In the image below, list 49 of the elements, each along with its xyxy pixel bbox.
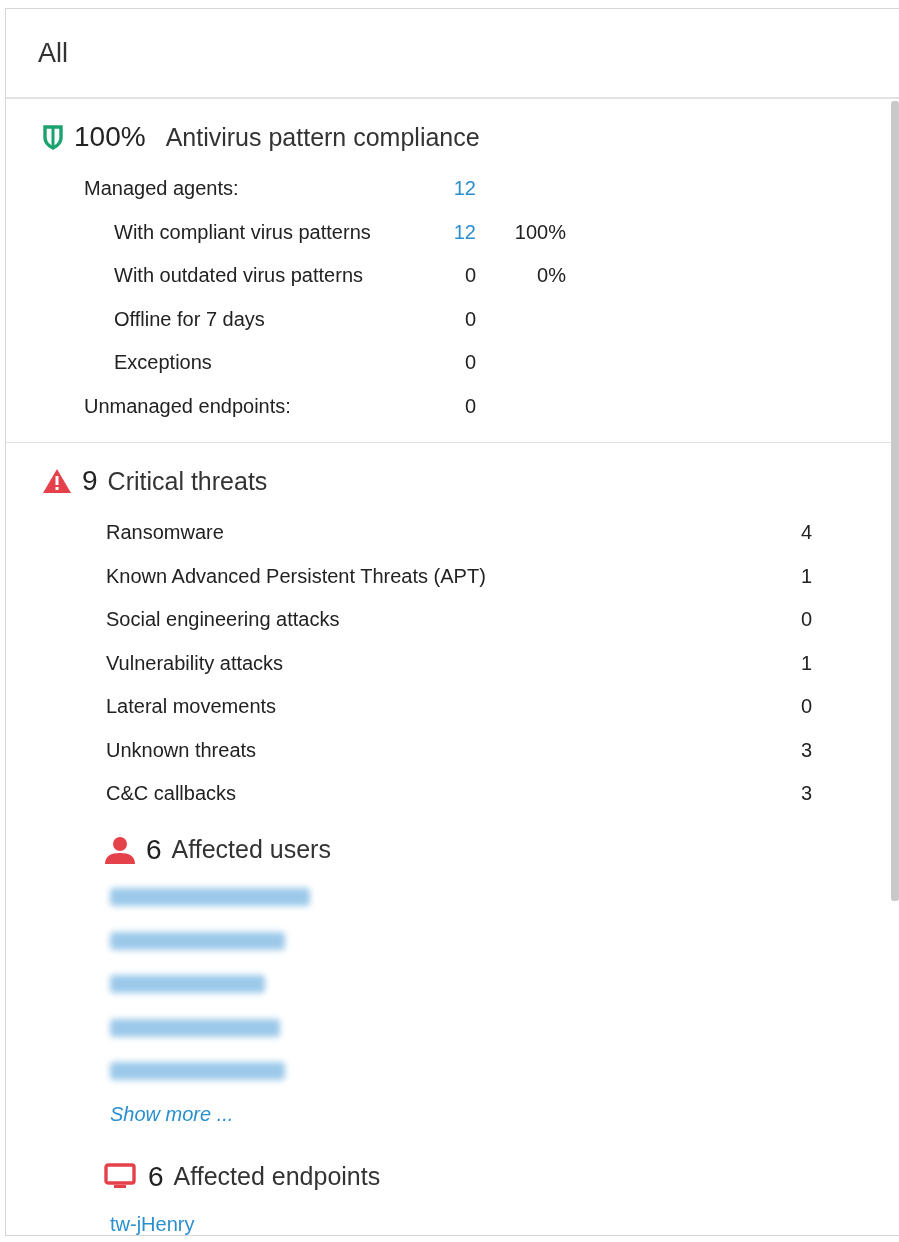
- scrollbar[interactable]: [891, 101, 899, 901]
- count-value: 0: [463, 394, 476, 418]
- threat-label: C&C callbacks: [106, 782, 237, 806]
- row-label: Managed agents:: [84, 177, 240, 201]
- threat-label: Unknown threats: [106, 738, 257, 762]
- section-title: Critical threats: [107, 466, 268, 496]
- count-value[interactable]: 12: [440, 220, 476, 244]
- count-value: 0: [463, 307, 476, 331]
- blurred-user-link[interactable]: [110, 1018, 280, 1037]
- threat-count-value: 1: [800, 564, 812, 588]
- blurred-user-link[interactable]: [110, 888, 310, 907]
- shield-icon: [42, 124, 64, 150]
- monitor-icon: [104, 1162, 138, 1191]
- section-title: Antivirus pattern compliance: [165, 122, 480, 152]
- row-label: Unmanaged endpoints:: [84, 394, 292, 418]
- show-more-link[interactable]: Show more ...: [110, 1103, 234, 1127]
- threat-label: Lateral movements: [106, 695, 277, 719]
- blurred-user-link[interactable]: [110, 1062, 285, 1081]
- row-label: Exceptions: [114, 351, 213, 375]
- row-label: With compliant virus patterns: [114, 220, 372, 244]
- user-icon: [104, 835, 136, 864]
- threat-label: Ransomware: [106, 521, 224, 545]
- percent-value: 0%: [536, 264, 566, 288]
- threat-count-value: 4: [800, 521, 812, 545]
- row-label: Offline for 7 days: [114, 307, 266, 331]
- threat-count: 9: [82, 465, 98, 497]
- subsection-title: Affected endpoints: [173, 1162, 381, 1191]
- threat-count-value: 0: [800, 695, 812, 719]
- endpoint-link[interactable]: tw-jHenry: [110, 1212, 195, 1235]
- count-value: 0: [463, 264, 476, 288]
- compliance-percent: 100%: [74, 121, 146, 153]
- threat-label: Vulnerability attacks: [106, 651, 284, 675]
- warning-icon: [42, 468, 72, 494]
- threat-count-value: 0: [800, 608, 812, 632]
- count-value: 0: [463, 351, 476, 375]
- row-label: With outdated virus patterns: [114, 264, 364, 288]
- blurred-user-link[interactable]: [110, 931, 285, 950]
- blurred-user-link[interactable]: [110, 975, 265, 994]
- subsection-title: Affected users: [171, 835, 331, 864]
- threat-label: Social engineering attacks: [106, 608, 340, 632]
- users-count: 6: [146, 833, 162, 866]
- threat-count-value: 3: [800, 782, 812, 806]
- threat-count-value: 3: [800, 738, 812, 762]
- panel-title: All: [38, 37, 68, 69]
- threat-count-value: 1: [800, 651, 812, 675]
- count-value[interactable]: 12: [440, 177, 476, 201]
- percent-value: 100%: [513, 220, 566, 244]
- endpoints-count: 6: [148, 1160, 164, 1193]
- threat-label: Known Advanced Persistent Threats (APT): [106, 564, 486, 588]
